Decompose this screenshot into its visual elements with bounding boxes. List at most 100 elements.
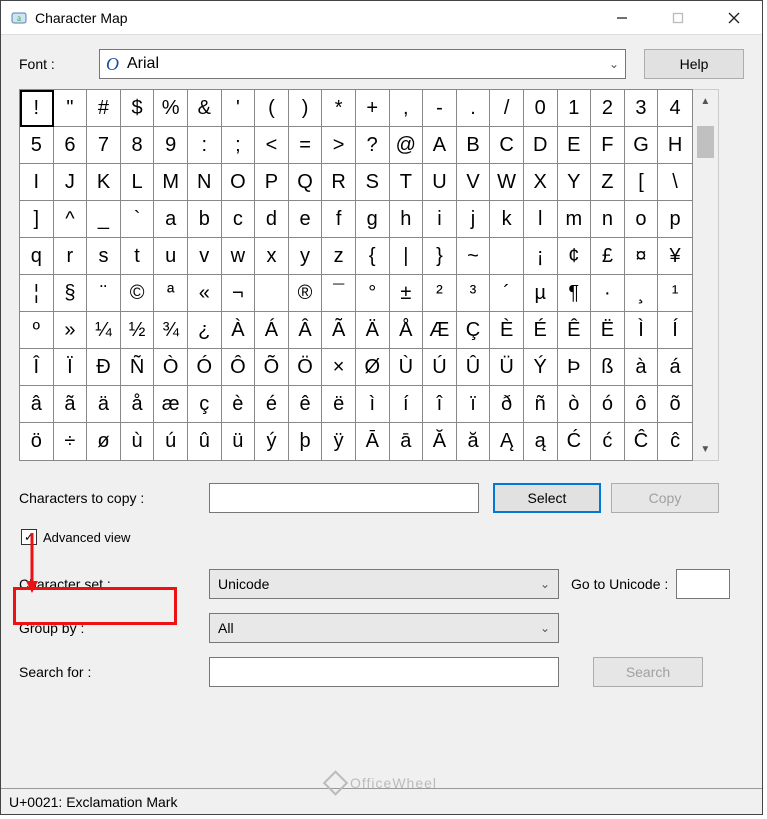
char-cell[interactable]: 0 (524, 90, 558, 127)
char-cell[interactable]: » (54, 312, 88, 349)
char-cell[interactable]: § (54, 275, 88, 312)
char-cell[interactable]: ) (289, 90, 323, 127)
char-cell[interactable]: Ä (356, 312, 390, 349)
goto-input[interactable] (676, 569, 730, 599)
char-cell[interactable]: £ (591, 238, 625, 275)
char-cell[interactable]: O (222, 164, 256, 201)
char-cell[interactable]: ă (457, 423, 491, 460)
char-cell[interactable]: ¬ (222, 275, 256, 312)
char-cell[interactable]: ì (356, 386, 390, 423)
char-cell[interactable]: ½ (121, 312, 155, 349)
char-cell[interactable]: x (255, 238, 289, 275)
char-cell[interactable]: H (658, 127, 692, 164)
char-cell[interactable]: × (322, 349, 356, 386)
char-cell[interactable]: p (658, 201, 692, 238)
char-cell[interactable]: ÿ (322, 423, 356, 460)
char-cell[interactable]: ÷ (54, 423, 88, 460)
char-cell[interactable]: g (356, 201, 390, 238)
char-cell[interactable]: b (188, 201, 222, 238)
char-cell[interactable]: ´ (490, 275, 524, 312)
char-cell[interactable]: 1 (558, 90, 592, 127)
grid-scrollbar[interactable]: ▲ ▼ (693, 89, 719, 461)
char-cell[interactable]: ' (222, 90, 256, 127)
char-cell[interactable]: Y (558, 164, 592, 201)
char-cell[interactable]: ¼ (87, 312, 121, 349)
char-cell[interactable]: Ì (625, 312, 659, 349)
char-cell[interactable]: / (490, 90, 524, 127)
char-cell[interactable]: ± (390, 275, 424, 312)
character-grid[interactable]: !"#$%&'()*+,-./0123456789:;<=>?@ABCDEFGH… (19, 89, 693, 461)
char-cell[interactable]: C (490, 127, 524, 164)
char-cell[interactable]: µ (524, 275, 558, 312)
char-cell[interactable]: Ð (87, 349, 121, 386)
char-cell[interactable]: Æ (423, 312, 457, 349)
char-cell[interactable]: q (20, 238, 54, 275)
char-cell[interactable] (255, 275, 289, 312)
char-cell[interactable]: z (322, 238, 356, 275)
char-cell[interactable]: 8 (121, 127, 155, 164)
char-cell[interactable]: õ (658, 386, 692, 423)
char-cell[interactable]: ¸ (625, 275, 659, 312)
char-cell[interactable]: G (625, 127, 659, 164)
char-cell[interactable]: è (222, 386, 256, 423)
char-cell[interactable]: þ (289, 423, 323, 460)
char-cell[interactable]: - (423, 90, 457, 127)
char-cell[interactable]: t (121, 238, 155, 275)
char-cell[interactable]: Ø (356, 349, 390, 386)
char-cell[interactable]: $ (121, 90, 155, 127)
char-cell[interactable]: 5 (20, 127, 54, 164)
char-cell[interactable]: ý (255, 423, 289, 460)
char-cell[interactable]: Ï (54, 349, 88, 386)
char-cell[interactable]: > (322, 127, 356, 164)
char-cell[interactable]: Ü (490, 349, 524, 386)
advanced-view-checkbox[interactable]: ✓ (21, 529, 37, 545)
char-cell[interactable]: ° (356, 275, 390, 312)
char-cell[interactable]: ć (591, 423, 625, 460)
char-cell[interactable]: ê (289, 386, 323, 423)
char-cell[interactable]: D (524, 127, 558, 164)
char-cell[interactable]: Ô (222, 349, 256, 386)
char-cell[interactable]: k (490, 201, 524, 238)
char-cell[interactable]: ë (322, 386, 356, 423)
char-cell[interactable]: Q (289, 164, 323, 201)
char-cell[interactable]: ¡ (524, 238, 558, 275)
scroll-up-icon[interactable]: ▲ (693, 90, 718, 112)
char-cell[interactable]: Ý (524, 349, 558, 386)
char-cell[interactable]: ¾ (154, 312, 188, 349)
char-cell[interactable]: } (423, 238, 457, 275)
char-cell[interactable]: B (457, 127, 491, 164)
char-cell[interactable]: ] (20, 201, 54, 238)
char-cell[interactable]: « (188, 275, 222, 312)
char-cell[interactable]: î (423, 386, 457, 423)
font-select[interactable]: O Arial ⌄ (99, 49, 626, 79)
char-cell[interactable]: ; (222, 127, 256, 164)
char-cell[interactable]: æ (154, 386, 188, 423)
char-cell[interactable]: e (289, 201, 323, 238)
char-cell[interactable]: ^ (54, 201, 88, 238)
char-cell[interactable]: ¢ (558, 238, 592, 275)
copy-input[interactable] (209, 483, 479, 513)
char-cell[interactable]: a (154, 201, 188, 238)
close-button[interactable] (706, 1, 762, 35)
char-cell[interactable]: U (423, 164, 457, 201)
char-cell[interactable]: r (54, 238, 88, 275)
char-cell[interactable]: 4 (658, 90, 692, 127)
char-cell[interactable]: & (188, 90, 222, 127)
char-cell[interactable]: Á (255, 312, 289, 349)
char-cell[interactable]: ð (490, 386, 524, 423)
char-cell[interactable]: \ (658, 164, 692, 201)
char-cell[interactable]: 7 (87, 127, 121, 164)
char-cell[interactable]: ~ (457, 238, 491, 275)
help-button[interactable]: Help (644, 49, 744, 79)
search-input[interactable] (209, 657, 559, 687)
char-cell[interactable]: o (625, 201, 659, 238)
char-cell[interactable]: K (87, 164, 121, 201)
char-cell[interactable]: ü (222, 423, 256, 460)
char-cell[interactable]: Ë (591, 312, 625, 349)
char-cell[interactable]: Â (289, 312, 323, 349)
char-cell[interactable]: Ú (423, 349, 457, 386)
char-cell[interactable]: u (154, 238, 188, 275)
char-cell[interactable]: ã (54, 386, 88, 423)
char-cell[interactable]: ä (87, 386, 121, 423)
char-cell[interactable]: ¨ (87, 275, 121, 312)
